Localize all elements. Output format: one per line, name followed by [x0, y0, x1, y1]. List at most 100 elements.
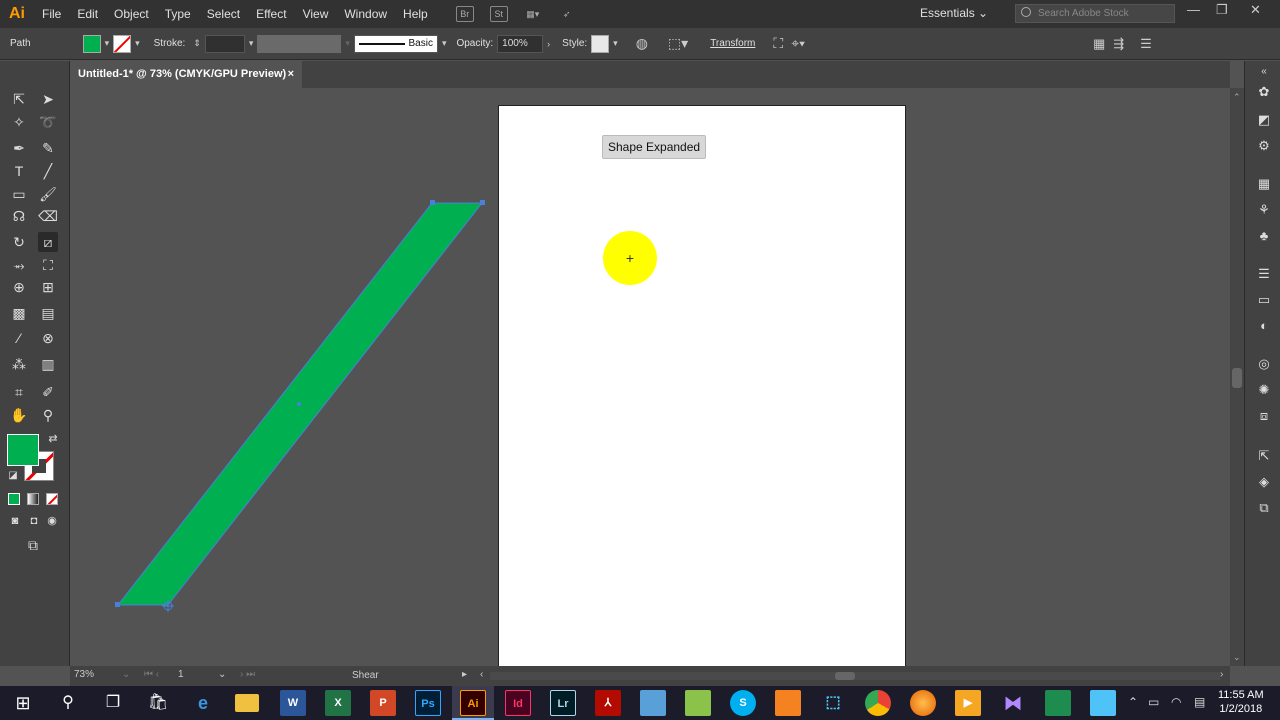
restore-icon[interactable]: ❐ — [1216, 2, 1228, 18]
task-view-icon[interactable]: ❐ — [100, 690, 126, 716]
gpu-performance-icon[interactable]: ➶ — [558, 6, 576, 22]
transform-panel-icon[interactable]: ⇱ — [1255, 447, 1273, 465]
chrome-icon[interactable] — [865, 690, 891, 716]
gradient-mode-icon[interactable] — [27, 493, 39, 505]
artboard-tool-icon[interactable]: ⌗ — [9, 382, 29, 402]
app-icon[interactable] — [775, 690, 801, 716]
first-artboard-icon[interactable]: ⏮ ‹ — [144, 669, 159, 680]
app-icon[interactable]: ⬚ — [820, 690, 846, 716]
close-tab-icon[interactable]: × — [288, 61, 294, 88]
chevron-down-icon[interactable]: ⌄ — [218, 669, 226, 680]
stroke-panel-icon[interactable]: ☰ — [1255, 265, 1273, 283]
canvas-area[interactable]: Shape Expanded + — [70, 88, 1230, 666]
menu-effect[interactable]: Effect — [248, 0, 294, 28]
column-graph-tool-icon[interactable]: ▥ — [38, 354, 58, 374]
stroke-stepper-icon[interactable]: ⇕ — [193, 38, 201, 49]
file-explorer-icon[interactable] — [235, 694, 259, 712]
layers-panel-icon[interactable]: ◈ — [1255, 473, 1273, 491]
scroll-up-icon[interactable]: ⌃ — [1233, 92, 1241, 103]
menu-type[interactable]: Type — [157, 0, 199, 28]
curvature-tool-icon[interactable]: ✎ — [38, 138, 58, 158]
none-mode-icon[interactable] — [46, 493, 58, 505]
gradient-panel-icon[interactable]: ▭ — [1255, 291, 1273, 309]
app-icon[interactable]: ⧓ — [1000, 690, 1026, 716]
transparency-panel-icon[interactable]: ◐ — [1255, 317, 1273, 335]
blend-tool-icon[interactable]: ⊗ — [38, 328, 58, 348]
scroll-thumb[interactable] — [1232, 368, 1242, 388]
eyedropper-tool-icon[interactable]: ⁄ — [9, 328, 29, 348]
app-icon[interactable] — [1090, 690, 1116, 716]
tray-chevron-icon[interactable]: ⌃ — [1128, 695, 1138, 709]
free-transform-tool-icon[interactable]: ⛶ — [38, 255, 58, 275]
chevron-down-icon[interactable]: ▾ — [442, 38, 447, 49]
minimize-icon[interactable]: — — [1187, 2, 1200, 17]
symbol-sprayer-tool-icon[interactable]: ⁂ — [9, 354, 29, 374]
pen-tool-icon[interactable]: ✒ — [9, 138, 29, 158]
hand-tool-icon[interactable]: ✋ — [9, 405, 29, 425]
wifi-icon[interactable]: ◠ — [1171, 695, 1181, 709]
variable-width-profile[interactable] — [257, 34, 342, 53]
transform-link[interactable]: Transform — [710, 38, 755, 49]
edge-icon[interactable]: e — [190, 690, 216, 716]
draw-normal-icon[interactable]: ◙ — [5, 511, 25, 531]
menu-object[interactable]: Object — [106, 0, 157, 28]
vertical-scrollbar[interactable]: ⌃ ⌄ — [1230, 88, 1244, 666]
system-clock[interactable]: 11:55 AM 1/2/2018 — [1218, 688, 1264, 716]
cc-libraries-panel-icon[interactable]: ⚙ — [1255, 137, 1273, 155]
brush-definition-field[interactable]: Basic — [353, 34, 438, 53]
magic-wand-tool-icon[interactable]: ✧ — [9, 112, 29, 132]
close-icon[interactable]: ✕ — [1250, 2, 1261, 18]
artboard-number[interactable]: 1 — [178, 669, 184, 680]
stock-icon[interactable]: St — [489, 6, 508, 22]
swap-colors-icon[interactable]: ⇄ — [43, 429, 63, 449]
chevron-down-icon[interactable]: ▾ — [249, 38, 254, 49]
word-icon[interactable]: W — [280, 690, 306, 716]
shear-tool-icon[interactable]: ⧄ — [38, 232, 58, 252]
lightroom-icon[interactable]: Lr — [550, 690, 576, 716]
store-icon[interactable]: 🛍 — [145, 690, 171, 716]
screen-mode-icon[interactable]: ⧉ — [23, 535, 43, 555]
opacity-field[interactable]: 100% — [497, 34, 544, 53]
menu-file[interactable]: File — [34, 0, 69, 28]
graphic-styles-panel-icon[interactable]: ✺ — [1255, 381, 1273, 399]
isolate-icon[interactable]: ⛶ — [773, 35, 783, 52]
zoom-tool-icon[interactable]: ⚲ — [38, 405, 58, 425]
app-icon[interactable] — [640, 690, 666, 716]
control-panel-menu-icon[interactable]: ☰ — [1140, 36, 1152, 52]
scroll-right-icon[interactable]: › — [1220, 669, 1223, 680]
fill-color-box[interactable] — [7, 434, 39, 466]
horizontal-scroll-thumb[interactable] — [835, 672, 855, 680]
draw-inside-icon[interactable]: ◉ — [42, 511, 62, 531]
stroke-weight-field[interactable] — [204, 34, 245, 53]
default-colors-icon[interactable]: ◪ — [3, 466, 23, 486]
document-tab[interactable]: Untitled-1* @ 73% (CMYK/GPU Preview) × — [70, 61, 302, 88]
battery-icon[interactable]: ▭ — [1148, 695, 1159, 709]
chevron-down-icon[interactable]: ▾ — [135, 38, 140, 49]
paintbrush-tool-icon[interactable]: 🖌 — [38, 184, 58, 204]
app-icon[interactable] — [685, 690, 711, 716]
chevron-down-icon[interactable]: ▾ — [105, 38, 110, 49]
rotate-tool-icon[interactable]: ↻ — [9, 232, 29, 252]
width-tool-icon[interactable]: ⥇ — [9, 255, 29, 275]
notification-icon[interactable]: ▤ — [1194, 695, 1205, 709]
zoom-level[interactable]: 73% — [74, 669, 94, 680]
scroll-down-icon[interactable]: ⌄ — [1233, 652, 1241, 663]
symbols-panel-icon[interactable]: ♣ — [1255, 227, 1273, 245]
status-menu-icon[interactable]: ▸ — [462, 669, 467, 680]
lasso-tool-icon[interactable]: ➰ — [38, 112, 58, 132]
arrange-panels-icon[interactable]: ▦ — [1093, 36, 1105, 52]
app-icon[interactable] — [1045, 690, 1071, 716]
panel-menu-icon[interactable]: ⇶ — [1113, 36, 1124, 52]
appearance-panel-icon[interactable]: ◎ — [1255, 355, 1273, 373]
stock-search-input[interactable]: Search Adobe Stock — [1015, 4, 1175, 23]
indesign-icon[interactable]: Id — [505, 690, 531, 716]
anchor-point[interactable] — [115, 602, 120, 607]
firefox-icon[interactable] — [910, 690, 936, 716]
selection-tool-icon[interactable]: ⇱ — [9, 89, 29, 109]
gradient-tool-icon[interactable]: ▤ — [38, 303, 58, 323]
skype-icon[interactable]: S — [730, 690, 756, 716]
direct-selection-tool-icon[interactable]: ➤ — [38, 89, 58, 109]
menu-help[interactable]: Help — [395, 0, 436, 28]
chevron-right-icon[interactable]: › — [547, 39, 550, 49]
horizontal-scrollbar[interactable] — [490, 672, 1220, 680]
